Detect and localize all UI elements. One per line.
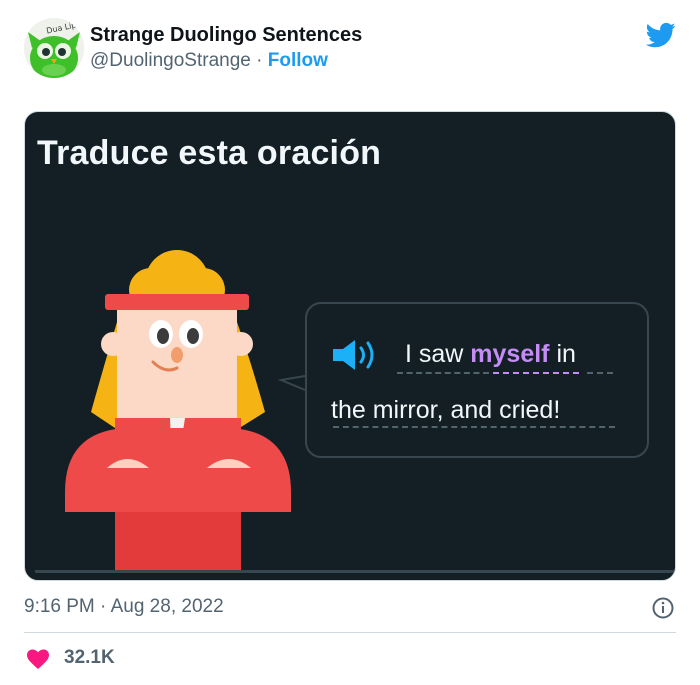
twitter-bird-icon[interactable] — [646, 20, 676, 50]
word-underline — [333, 426, 615, 428]
speaker-icon[interactable] — [331, 338, 383, 372]
word-underline-highlight — [493, 372, 579, 374]
sentence-word-group[interactable]: in — [550, 340, 575, 368]
sentence-word-group[interactable]: I saw — [405, 340, 470, 368]
separator: · — [250, 50, 268, 71]
owl-avatar-icon: Dua Lipa — [24, 18, 84, 78]
follow-button[interactable]: Follow — [268, 50, 328, 71]
heart-icon — [27, 649, 49, 669]
sentence-line-1: I saw myself in — [405, 340, 576, 369]
info-icon[interactable] — [652, 597, 674, 619]
handle-line: @DuolingoStrange · Follow — [90, 50, 328, 72]
avatar[interactable]: Dua Lipa — [24, 18, 84, 78]
display-name[interactable]: Strange Duolingo Sentences — [90, 24, 362, 47]
divider — [24, 632, 676, 633]
tweet-header: Dua Lipa Strange Duolingo Sentences @Duo… — [24, 18, 676, 80]
speech-bubble: I saw myself in the mirror, and cried! — [305, 302, 649, 458]
likes-count: 32.1K — [64, 647, 115, 668]
tweet-media[interactable]: Traduce esta oración I saw myself in the… — [24, 111, 676, 581]
word-underline — [397, 372, 489, 374]
card-divider — [35, 570, 675, 573]
highlighted-word[interactable]: myself — [470, 340, 549, 368]
tweet-timestamp[interactable]: 9:16 PM · Aug 28, 2022 — [24, 596, 224, 618]
user-handle[interactable]: @DuolingoStrange — [90, 50, 251, 71]
sentence-line-2[interactable]: the mirror, and cried! — [331, 396, 560, 425]
word-underline — [587, 372, 613, 374]
